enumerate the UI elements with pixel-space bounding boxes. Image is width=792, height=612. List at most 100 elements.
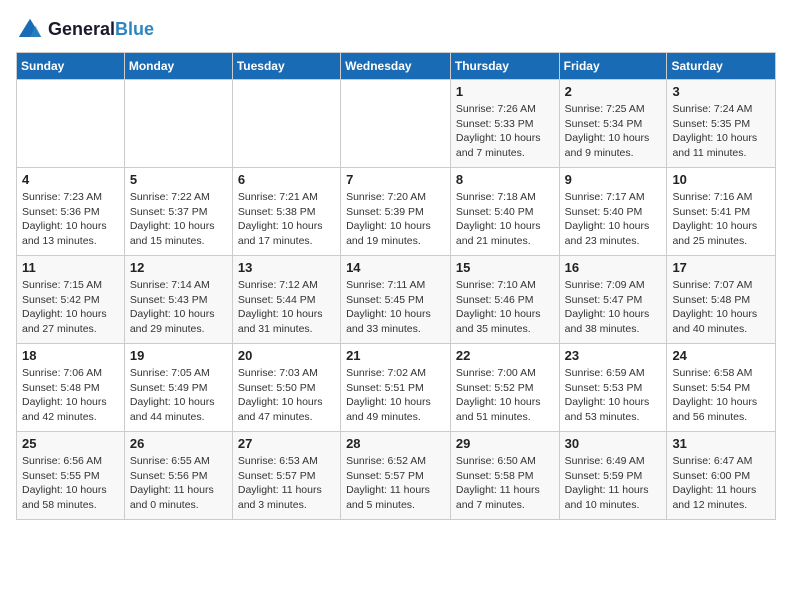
calendar-cell: 29 Sunrise: 6:50 AM Sunset: 5:58 PM Dayli…	[450, 432, 559, 520]
day-number: 16	[565, 260, 662, 275]
calendar-cell: 12Sunrise: 7:14 AM Sunset: 5:43 PM Dayli…	[124, 256, 232, 344]
calendar-cell: 13 Sunrise: 7:12 AM Sunset: 5:44 PM Dayli…	[232, 256, 340, 344]
day-number: 2	[565, 84, 662, 99]
calendar-cell: 30 Sunrise: 6:49 AM Sunset: 5:59 PM Dayli…	[559, 432, 667, 520]
calendar-cell: 4 Sunrise: 7:23 AM Sunset: 5:36 PM Daylig…	[17, 168, 125, 256]
calendar-cell	[232, 80, 340, 168]
calendar-cell: 24 Sunrise: 6:58 AM Sunset: 5:54 PM Dayli…	[667, 344, 776, 432]
day-info: Sunrise: 6:49 AM Sunset: 5:59 PM Dayligh…	[565, 454, 662, 513]
calendar-cell: 31 Sunrise: 6:47 AM Sunset: 6:00 PM Dayli…	[667, 432, 776, 520]
calendar-cell: 1 Sunrise: 7:26 AM Sunset: 5:33 PM Daylig…	[450, 80, 559, 168]
day-info: Sunrise: 6:50 AM Sunset: 5:58 PM Dayligh…	[456, 454, 554, 513]
calendar-cell: 23 Sunrise: 6:59 AM Sunset: 5:53 PM Dayli…	[559, 344, 667, 432]
calendar-cell: 18 Sunrise: 7:06 AM Sunset: 5:48 PM Dayli…	[17, 344, 125, 432]
calendar-cell: 9 Sunrise: 7:17 AM Sunset: 5:40 PM Daylig…	[559, 168, 667, 256]
day-number: 18	[22, 348, 119, 363]
day-number: 1	[456, 84, 554, 99]
day-number: 24	[672, 348, 770, 363]
day-info: Sunrise: 7:06 AM Sunset: 5:48 PM Dayligh…	[22, 366, 119, 425]
column-header-thursday: Thursday	[450, 53, 559, 80]
day-info: Sunrise: 7:25 AM Sunset: 5:34 PM Dayligh…	[565, 102, 662, 161]
day-info: Sunrise: 6:47 AM Sunset: 6:00 PM Dayligh…	[672, 454, 770, 513]
column-header-sunday: Sunday	[17, 53, 125, 80]
day-number: 7	[346, 172, 445, 187]
day-number: 31	[672, 436, 770, 451]
day-info: Sunrise: 6:59 AM Sunset: 5:53 PM Dayligh…	[565, 366, 662, 425]
day-number: 6	[238, 172, 335, 187]
calendar-cell: 2 Sunrise: 7:25 AM Sunset: 5:34 PM Daylig…	[559, 80, 667, 168]
day-info: Sunrise: 7:03 AM Sunset: 5:50 PM Dayligh…	[238, 366, 335, 425]
day-number: 9	[565, 172, 662, 187]
calendar-cell	[124, 80, 232, 168]
day-info: Sunrise: 7:17 AM Sunset: 5:40 PM Dayligh…	[565, 190, 662, 249]
week-row-2: 4 Sunrise: 7:23 AM Sunset: 5:36 PM Daylig…	[17, 168, 776, 256]
calendar-cell: 6 Sunrise: 7:21 AM Sunset: 5:38 PM Daylig…	[232, 168, 340, 256]
day-info: Sunrise: 7:12 AM Sunset: 5:44 PM Dayligh…	[238, 278, 335, 337]
calendar-cell: 20 Sunrise: 7:03 AM Sunset: 5:50 PM Dayli…	[232, 344, 340, 432]
day-number: 15	[456, 260, 554, 275]
calendar-cell: 14 Sunrise: 7:11 AM Sunset: 5:45 PM Dayli…	[341, 256, 451, 344]
column-header-saturday: Saturday	[667, 53, 776, 80]
day-info: Sunrise: 7:14 AM Sunset: 5:43 PM Dayligh…	[130, 278, 227, 337]
day-number: 25	[22, 436, 119, 451]
calendar-cell: 8 Sunrise: 7:18 AM Sunset: 5:40 PM Daylig…	[450, 168, 559, 256]
calendar-cell	[17, 80, 125, 168]
week-row-3: 11Sunrise: 7:15 AM Sunset: 5:42 PM Dayli…	[17, 256, 776, 344]
day-info: Sunrise: 7:02 AM Sunset: 5:51 PM Dayligh…	[346, 366, 445, 425]
day-info: Sunrise: 7:00 AM Sunset: 5:52 PM Dayligh…	[456, 366, 554, 425]
calendar-cell	[341, 80, 451, 168]
day-info: Sunrise: 7:23 AM Sunset: 5:36 PM Dayligh…	[22, 190, 119, 249]
day-number: 30	[565, 436, 662, 451]
day-number: 13	[238, 260, 335, 275]
calendar-cell: 27Sunrise: 6:53 AM Sunset: 5:57 PM Dayli…	[232, 432, 340, 520]
column-header-friday: Friday	[559, 53, 667, 80]
day-info: Sunrise: 6:55 AM Sunset: 5:56 PM Dayligh…	[130, 454, 227, 513]
header-row: SundayMondayTuesdayWednesdayThursdayFrid…	[17, 53, 776, 80]
calendar-table: SundayMondayTuesdayWednesdayThursdayFrid…	[16, 52, 776, 520]
calendar-cell: 25Sunrise: 6:56 AM Sunset: 5:55 PM Dayli…	[17, 432, 125, 520]
calendar-cell: 3Sunrise: 7:24 AM Sunset: 5:35 PM Daylig…	[667, 80, 776, 168]
day-number: 10	[672, 172, 770, 187]
calendar-cell: 5 Sunrise: 7:22 AM Sunset: 5:37 PM Daylig…	[124, 168, 232, 256]
calendar-cell: 16Sunrise: 7:09 AM Sunset: 5:47 PM Dayli…	[559, 256, 667, 344]
week-row-1: 1 Sunrise: 7:26 AM Sunset: 5:33 PM Daylig…	[17, 80, 776, 168]
column-header-monday: Monday	[124, 53, 232, 80]
day-number: 4	[22, 172, 119, 187]
page-header: GeneralBlue	[16, 16, 776, 44]
logo-text: GeneralBlue	[48, 19, 154, 41]
day-number: 23	[565, 348, 662, 363]
week-row-4: 18 Sunrise: 7:06 AM Sunset: 5:48 PM Dayli…	[17, 344, 776, 432]
day-number: 19	[130, 348, 227, 363]
calendar-cell: 15 Sunrise: 7:10 AM Sunset: 5:46 PM Dayli…	[450, 256, 559, 344]
day-number: 22	[456, 348, 554, 363]
day-info: Sunrise: 7:22 AM Sunset: 5:37 PM Dayligh…	[130, 190, 227, 249]
calendar-cell: 17Sunrise: 7:07 AM Sunset: 5:48 PM Dayli…	[667, 256, 776, 344]
calendar-cell: 21Sunrise: 7:02 AM Sunset: 5:51 PM Dayli…	[341, 344, 451, 432]
logo: GeneralBlue	[16, 16, 154, 44]
calendar-cell: 10 Sunrise: 7:16 AM Sunset: 5:41 PM Dayli…	[667, 168, 776, 256]
day-number: 8	[456, 172, 554, 187]
day-number: 17	[672, 260, 770, 275]
logo-icon	[16, 16, 44, 44]
day-number: 11	[22, 260, 119, 275]
calendar-cell: 7 Sunrise: 7:20 AM Sunset: 5:39 PM Daylig…	[341, 168, 451, 256]
day-info: Sunrise: 7:16 AM Sunset: 5:41 PM Dayligh…	[672, 190, 770, 249]
day-info: Sunrise: 7:20 AM Sunset: 5:39 PM Dayligh…	[346, 190, 445, 249]
day-info: Sunrise: 7:11 AM Sunset: 5:45 PM Dayligh…	[346, 278, 445, 337]
calendar-cell: 11Sunrise: 7:15 AM Sunset: 5:42 PM Dayli…	[17, 256, 125, 344]
calendar-cell: 28Sunrise: 6:52 AM Sunset: 5:57 PM Dayli…	[341, 432, 451, 520]
day-number: 27	[238, 436, 335, 451]
day-info: Sunrise: 7:21 AM Sunset: 5:38 PM Dayligh…	[238, 190, 335, 249]
week-row-5: 25Sunrise: 6:56 AM Sunset: 5:55 PM Dayli…	[17, 432, 776, 520]
day-number: 28	[346, 436, 445, 451]
day-number: 5	[130, 172, 227, 187]
column-header-tuesday: Tuesday	[232, 53, 340, 80]
day-number: 14	[346, 260, 445, 275]
day-number: 3	[672, 84, 770, 99]
day-info: Sunrise: 7:26 AM Sunset: 5:33 PM Dayligh…	[456, 102, 554, 161]
day-info: Sunrise: 7:10 AM Sunset: 5:46 PM Dayligh…	[456, 278, 554, 337]
day-info: Sunrise: 6:58 AM Sunset: 5:54 PM Dayligh…	[672, 366, 770, 425]
day-number: 29	[456, 436, 554, 451]
day-info: Sunrise: 7:18 AM Sunset: 5:40 PM Dayligh…	[456, 190, 554, 249]
day-number: 20	[238, 348, 335, 363]
